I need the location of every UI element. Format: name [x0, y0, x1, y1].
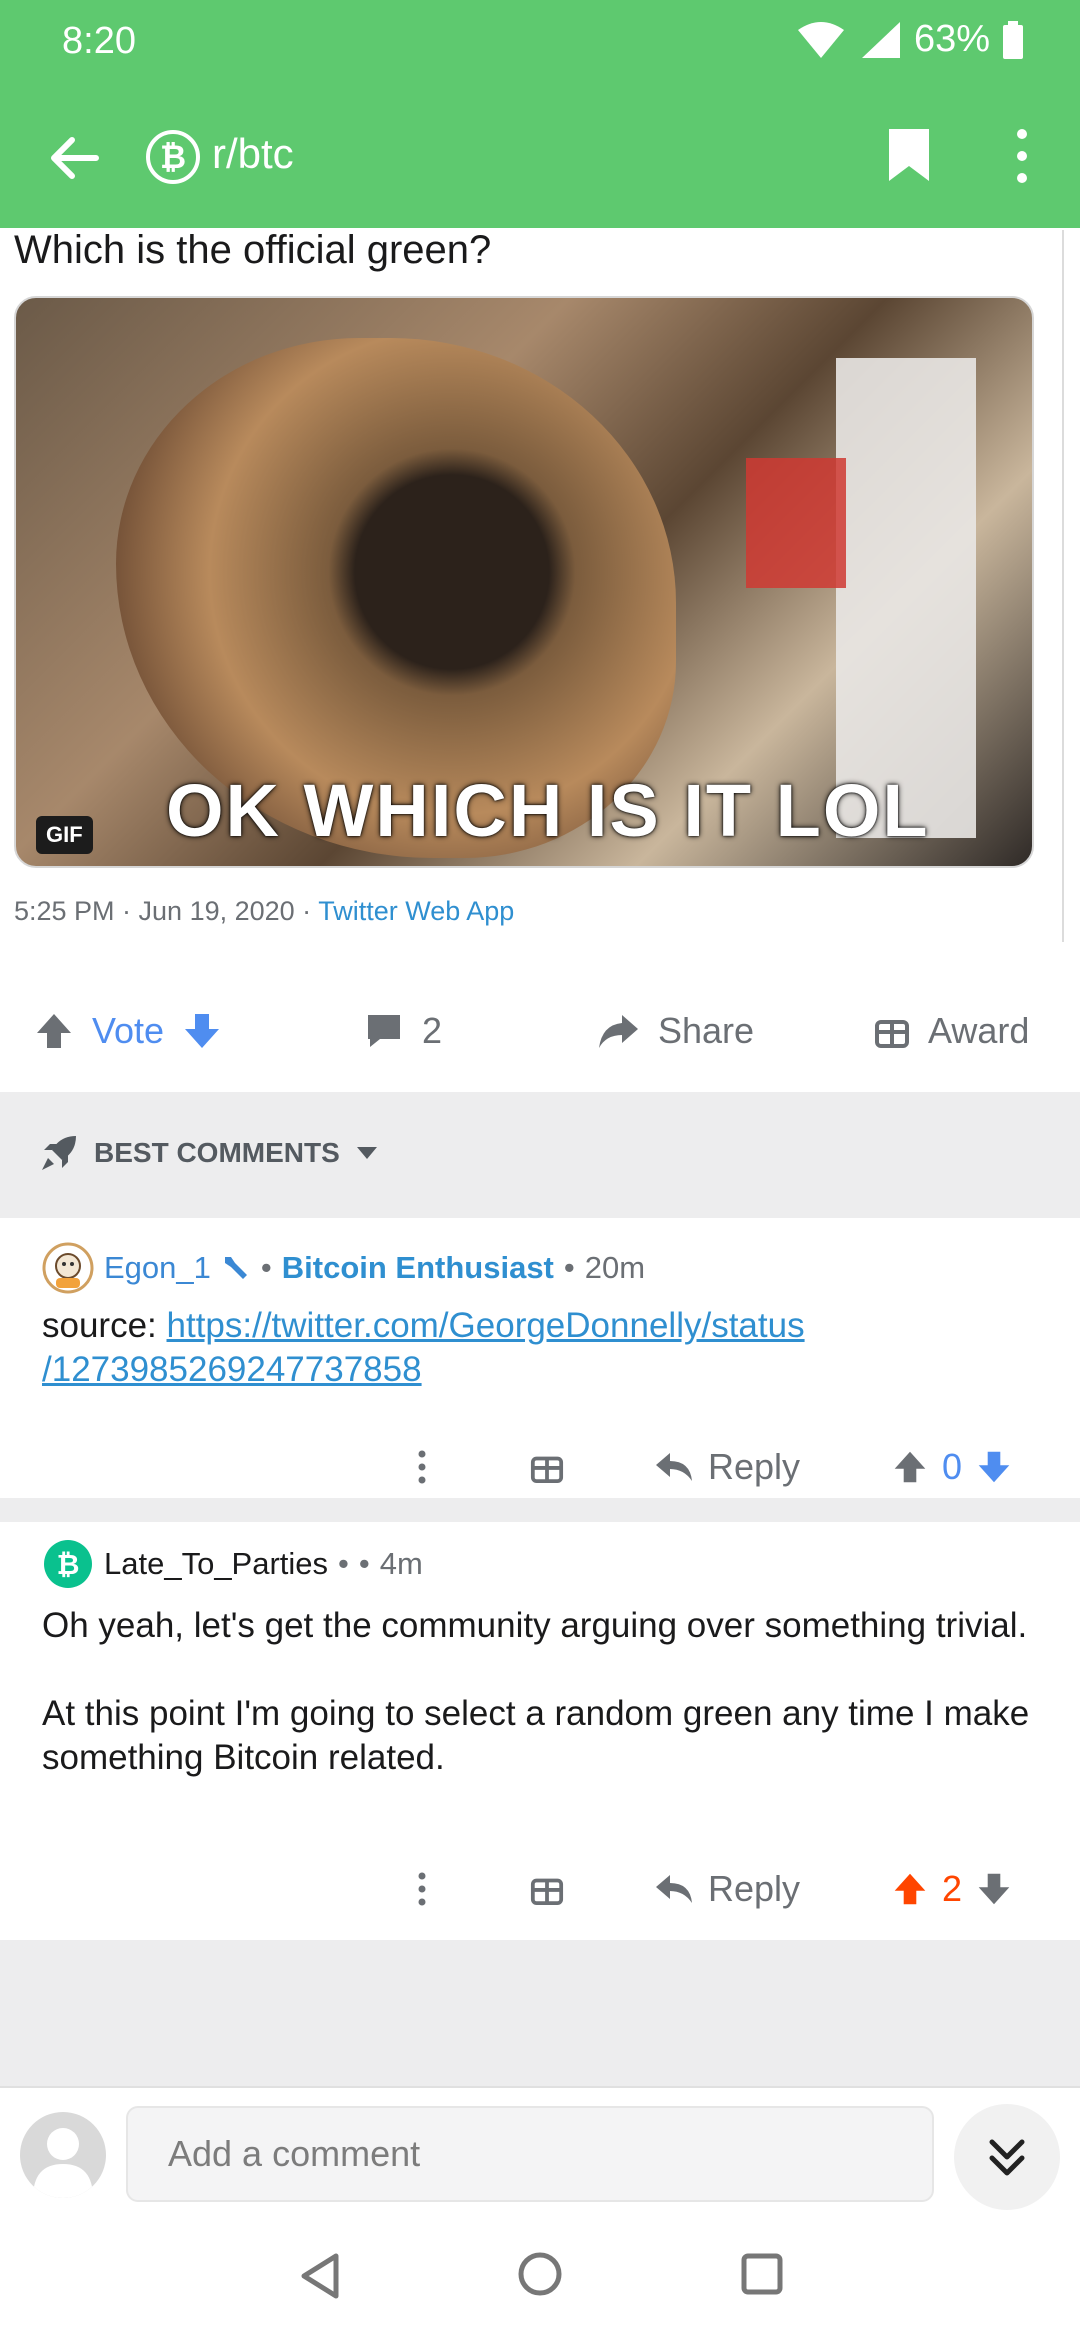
- separator-dot: •: [338, 1546, 349, 1581]
- system-nav-bar: [0, 2212, 1080, 2340]
- comment-link-cont[interactable]: /1273985269247737858: [42, 1350, 422, 1389]
- tweet-meta: 5:25 PM · Jun 19, 2020 · Twitter Web App: [14, 896, 514, 927]
- reply-button[interactable]: Reply: [654, 1868, 800, 1910]
- tweet-time: 5:25 PM · Jun 19, 2020 ·: [14, 896, 319, 926]
- comment-age: 20m: [584, 1250, 646, 1285]
- post-title: Which is the official green?: [14, 228, 492, 272]
- comment-username[interactable]: Egon_1: [104, 1250, 211, 1286]
- embed-border: [1062, 230, 1064, 942]
- bookmark-icon[interactable]: [886, 126, 932, 184]
- comment-score: 2: [942, 1868, 963, 1909]
- app-bar: ₿ r/btc: [0, 110, 1080, 200]
- gift-icon[interactable]: [530, 1450, 564, 1484]
- vote-label: Vote: [92, 1010, 165, 1051]
- award-button[interactable]: Award: [874, 1010, 1029, 1052]
- user-avatar[interactable]: [42, 1242, 94, 1294]
- more-vertical-icon[interactable]: [418, 1450, 426, 1484]
- comment-paragraph: At this point I'm going to select a rand…: [42, 1694, 1030, 1777]
- top-header: 8:20 63% ₿ r/btc: [0, 0, 1080, 228]
- status-time: 8:20: [62, 20, 136, 62]
- comment-vote: 0: [892, 1446, 1012, 1488]
- battery-icon: [1003, 20, 1023, 59]
- comment-paragraph: Oh yeah, let's get the community arguing…: [42, 1606, 1028, 1645]
- reply-icon: [656, 1875, 692, 1903]
- comment-item: Egon_1 • Bitcoin Enthusiast • 20m source…: [0, 1218, 1080, 1498]
- subreddit-icon[interactable]: ₿: [146, 130, 200, 184]
- comment-header: Egon_1 • Bitcoin Enthusiast • 20m: [42, 1242, 645, 1294]
- comment-count: 2: [422, 1010, 443, 1051]
- reply-button[interactable]: Reply: [654, 1446, 800, 1488]
- more-options-icon[interactable]: [1010, 126, 1034, 186]
- comment-actions: Reply 2: [0, 1868, 1080, 1928]
- downvote-icon[interactable]: [182, 1011, 222, 1051]
- chevron-down-icon: [356, 1147, 377, 1159]
- media-background-red: [746, 458, 846, 588]
- user-flair: Bitcoin Enthusiast: [281, 1250, 554, 1285]
- rocket-icon: [42, 1136, 76, 1170]
- comment-icon: [368, 1015, 400, 1047]
- separator-dot: •: [563, 1250, 575, 1285]
- post-media-gif[interactable]: OK WHICH IS IT LOL GIF: [14, 296, 1034, 868]
- comment-header: ₿ Late_To_Parties • • 4m: [42, 1538, 423, 1590]
- comment-body: source: https://twitter.com/GeorgeDonnel…: [42, 1304, 1042, 1392]
- avatar-glyph: ₿: [57, 1548, 80, 1581]
- sort-selector[interactable]: BEST COMMENTS: [40, 1134, 378, 1172]
- upvote-icon[interactable]: [34, 1011, 74, 1051]
- subreddit-name[interactable]: r/btc: [212, 130, 294, 178]
- media-background-door: [836, 358, 976, 838]
- share-label: Share: [658, 1010, 755, 1051]
- gift-icon: [875, 1020, 909, 1048]
- comment-source-prefix: source:: [42, 1306, 167, 1345]
- battery-percent: 63%: [913, 18, 990, 60]
- jump-to-bottom-button[interactable]: [954, 2104, 1060, 2210]
- award-label: Award: [928, 1010, 1030, 1051]
- nav-home-icon[interactable]: [518, 2252, 562, 2296]
- nav-back-icon[interactable]: [298, 2252, 342, 2300]
- more-vertical-icon[interactable]: [418, 1872, 426, 1906]
- default-avatar-icon: [33, 2128, 93, 2198]
- vote-group: Vote: [34, 1010, 222, 1052]
- empty-area: [0, 1940, 1080, 2086]
- user-avatar[interactable]: [20, 2112, 106, 2198]
- comment-vote: 2: [892, 1868, 1012, 1910]
- comment-username[interactable]: Late_To_Parties: [104, 1546, 328, 1582]
- share-button[interactable]: Share: [596, 1010, 754, 1052]
- status-bar: 8:20 63%: [0, 0, 1080, 80]
- reply-icon: [656, 1453, 692, 1481]
- wifi-icon: [797, 21, 844, 58]
- comments-sort-band: BEST COMMENTS: [0, 1092, 1080, 1218]
- reply-label: Reply: [708, 1868, 801, 1909]
- signal-icon: [861, 21, 900, 58]
- comment-score: 0: [942, 1446, 963, 1487]
- tweet-source-link[interactable]: Twitter Web App: [318, 896, 514, 926]
- comment-body: Oh yeah, let's get the community arguing…: [42, 1604, 1042, 1780]
- separator-dot: •: [358, 1546, 370, 1581]
- downvote-icon[interactable]: [976, 1871, 1012, 1907]
- separator-dot: •: [260, 1250, 272, 1285]
- comment-link[interactable]: https://twitter.com/GeorgeDonnelly/statu…: [167, 1306, 805, 1345]
- double-chevron-down-icon: [989, 2139, 1025, 2176]
- comment-composer: Add a comment: [0, 2086, 1080, 2212]
- upvote-icon[interactable]: [892, 1449, 928, 1485]
- media-caption: OK WHICH IS IT LOL: [166, 769, 930, 852]
- comment-age: 4m: [379, 1546, 423, 1581]
- bitcoin-cash-avatar[interactable]: ₿: [42, 1538, 94, 1590]
- share-icon: [599, 1015, 638, 1048]
- upvote-icon[interactable]: [892, 1871, 928, 1907]
- comments-button[interactable]: 2: [364, 1010, 442, 1052]
- sort-label: BEST COMMENTS: [94, 1137, 340, 1168]
- back-arrow-icon[interactable]: [44, 128, 104, 188]
- status-icons: 63%: [796, 18, 1024, 61]
- post-actions: Vote 2 Share Award: [0, 990, 1080, 1090]
- comment-item: ₿ Late_To_Parties • • 4m Oh yeah, let's …: [0, 1522, 1080, 1940]
- add-comment-input[interactable]: Add a comment: [126, 2106, 934, 2202]
- gift-icon[interactable]: [530, 1872, 564, 1906]
- downvote-icon[interactable]: [976, 1449, 1012, 1485]
- mod-wrench-icon: [224, 1257, 247, 1279]
- comment-divider: [0, 1498, 1080, 1522]
- reply-label: Reply: [708, 1446, 801, 1487]
- comment-actions: Reply 0: [0, 1446, 1080, 1506]
- gif-badge: GIF: [36, 816, 93, 854]
- nav-recents-icon[interactable]: [740, 2252, 784, 2296]
